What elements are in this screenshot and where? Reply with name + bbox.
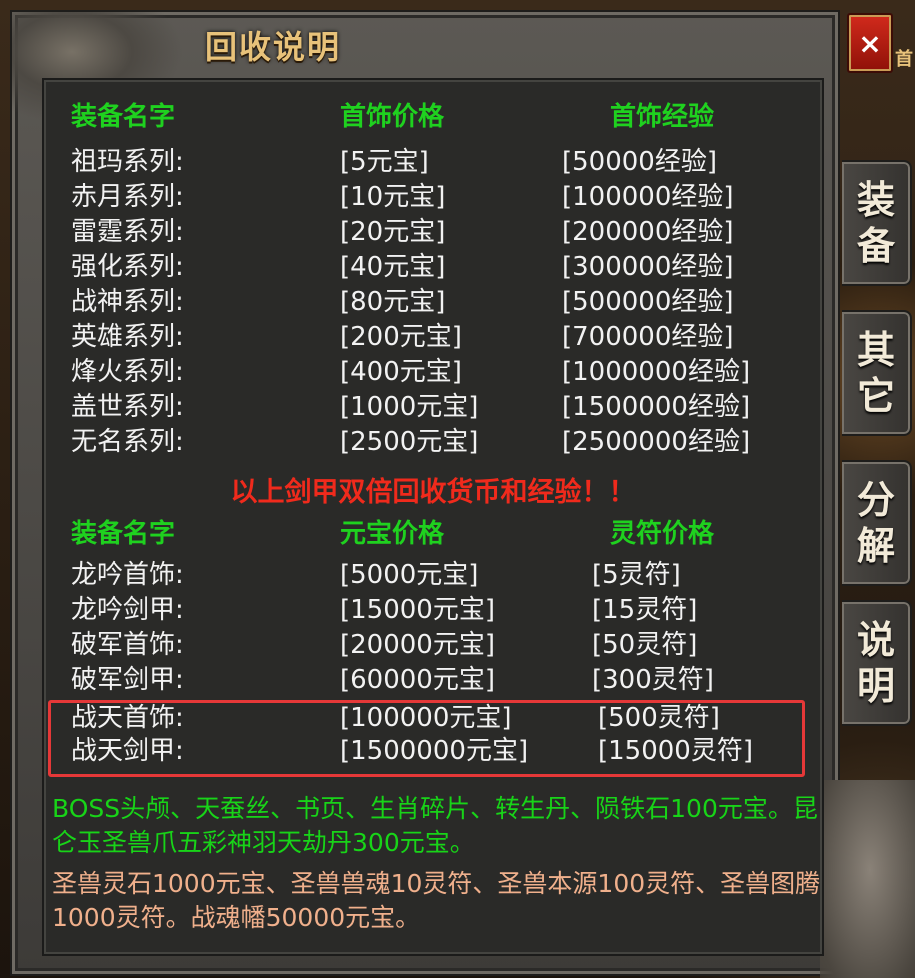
table-row: 烽火系列: [400元宝] [1000000经验] bbox=[44, 355, 822, 390]
item-name: 盖世系列: bbox=[71, 392, 184, 422]
item-name: 赤月系列: bbox=[71, 182, 184, 212]
tab-other[interactable]: 其 它 bbox=[842, 310, 912, 436]
table-row: 战神系列: [80元宝] [500000经验] bbox=[44, 285, 822, 320]
col-header: 装备名字 bbox=[71, 102, 176, 132]
item-price: [2500元宝] bbox=[340, 427, 479, 457]
double-recycle-notice: 以上剑甲双倍回收货币和经验！！ bbox=[230, 477, 636, 508]
item-name: 无名系列: bbox=[71, 427, 184, 457]
item-name: 烽火系列: bbox=[71, 357, 184, 387]
table-row: 龙吟剑甲: [15000元宝] [15灵符] bbox=[44, 593, 822, 628]
item-price: [60000元宝] bbox=[340, 665, 495, 695]
table-row: 强化系列: [40元宝] [300000经验] bbox=[44, 250, 822, 285]
table-row: 雷霆系列: [20元宝] [200000经验] bbox=[44, 215, 822, 250]
item-price: [15000元宝] bbox=[340, 595, 495, 625]
item-price: [5000元宝] bbox=[340, 560, 479, 590]
item-talisman: [50灵符] bbox=[592, 630, 698, 660]
item-exp: [1500000经验] bbox=[562, 392, 751, 422]
materials-note: BOSS头颅、天蚕丝、书页、生肖碎片、转生丹、陨铁石100元宝。昆仑玉圣兽爪五彩… bbox=[52, 794, 818, 857]
item-exp: [500000经验] bbox=[562, 287, 734, 317]
table-row: 盖世系列: [1000元宝] [1500000经验] bbox=[44, 390, 822, 425]
item-price: [80元宝] bbox=[340, 287, 446, 317]
item-price: [1000元宝] bbox=[340, 392, 479, 422]
highlight-box bbox=[48, 700, 805, 777]
close-button[interactable]: × bbox=[847, 13, 893, 73]
item-name: 龙吟剑甲: bbox=[71, 595, 184, 625]
item-exp: [1000000经验] bbox=[562, 357, 751, 387]
item-price: [200元宝] bbox=[340, 322, 462, 352]
item-name: 破军首饰: bbox=[71, 630, 184, 660]
tab-description[interactable]: 说 明 bbox=[842, 600, 912, 726]
tab-label: 解 bbox=[856, 524, 895, 568]
item-name: 雷霆系列: bbox=[71, 217, 184, 247]
item-name: 强化系列: bbox=[71, 252, 184, 282]
tab-decompose[interactable]: 分 解 bbox=[842, 460, 912, 586]
item-exp: [100000经验] bbox=[562, 182, 734, 212]
item-name: 龙吟首饰: bbox=[71, 560, 184, 590]
item-name: 破军剑甲: bbox=[71, 665, 184, 695]
table-row: 破军首饰: [20000元宝] [50灵符] bbox=[44, 628, 822, 663]
tab-label: 其 bbox=[856, 328, 895, 372]
tab-label: 它 bbox=[856, 374, 895, 418]
item-exp: [300000经验] bbox=[562, 252, 734, 282]
item-price: [20000元宝] bbox=[340, 630, 495, 660]
info-content: 装备名字 首饰价格 首饰经验 祖玛系列: [5元宝] [50000经验] 赤月系… bbox=[42, 78, 824, 956]
item-price: [400元宝] bbox=[340, 357, 462, 387]
table-row: 赤月系列: [10元宝] [100000经验] bbox=[44, 180, 822, 215]
window-title: 回收说明 bbox=[205, 28, 342, 66]
table1-header-row: 装备名字 首饰价格 首饰经验 bbox=[44, 100, 822, 135]
item-talisman: [300灵符] bbox=[592, 665, 714, 695]
tab-label: 明 bbox=[856, 664, 895, 708]
table-row: 无名系列: [2500元宝] [2500000经验] bbox=[44, 425, 822, 460]
item-name: 祖玛系列: bbox=[71, 147, 184, 177]
tab-label: 备 bbox=[856, 224, 895, 268]
table-row: 英雄系列: [200元宝] [700000经验] bbox=[44, 320, 822, 355]
col-header: 首饰价格 bbox=[340, 102, 445, 132]
item-talisman: [15灵符] bbox=[592, 595, 698, 625]
tab-label: 分 bbox=[856, 478, 895, 522]
dragon-ornament-icon bbox=[820, 780, 915, 978]
item-price: [5元宝] bbox=[340, 147, 429, 177]
tab-equipment[interactable]: 装 备 bbox=[842, 160, 912, 286]
col-header: 装备名字 bbox=[71, 519, 176, 549]
table-row: 龙吟首饰: [5000元宝] [5灵符] bbox=[44, 558, 822, 593]
col-header: 首饰经验 bbox=[610, 102, 715, 132]
table2-header-row: 装备名字 元宝价格 灵符价格 bbox=[44, 517, 822, 552]
item-name: 英雄系列: bbox=[71, 322, 184, 352]
item-talisman: [5灵符] bbox=[592, 560, 681, 590]
beast-materials-note: 圣兽灵石1000元宝、圣兽兽魂10灵符、圣兽本源100灵符、圣兽图腾1000灵符… bbox=[52, 869, 821, 932]
item-price: [20元宝] bbox=[340, 217, 446, 247]
item-price: [10元宝] bbox=[340, 182, 446, 212]
tab-label: 说 bbox=[856, 618, 895, 662]
item-exp: [2500000经验] bbox=[562, 427, 751, 457]
item-exp: [200000经验] bbox=[562, 217, 734, 247]
side-peek-label: 首 bbox=[895, 49, 913, 70]
item-name: 战神系列: bbox=[71, 287, 184, 317]
item-exp: [50000经验] bbox=[562, 147, 717, 177]
col-header: 元宝价格 bbox=[340, 519, 445, 549]
item-price: [40元宝] bbox=[340, 252, 446, 282]
item-exp: [700000经验] bbox=[562, 322, 734, 352]
table-row: 祖玛系列: [5元宝] [50000经验] bbox=[44, 145, 822, 180]
table-row: 破军剑甲: [60000元宝] [300灵符] bbox=[44, 663, 822, 698]
tab-label: 装 bbox=[856, 178, 895, 222]
col-header: 灵符价格 bbox=[610, 519, 715, 549]
